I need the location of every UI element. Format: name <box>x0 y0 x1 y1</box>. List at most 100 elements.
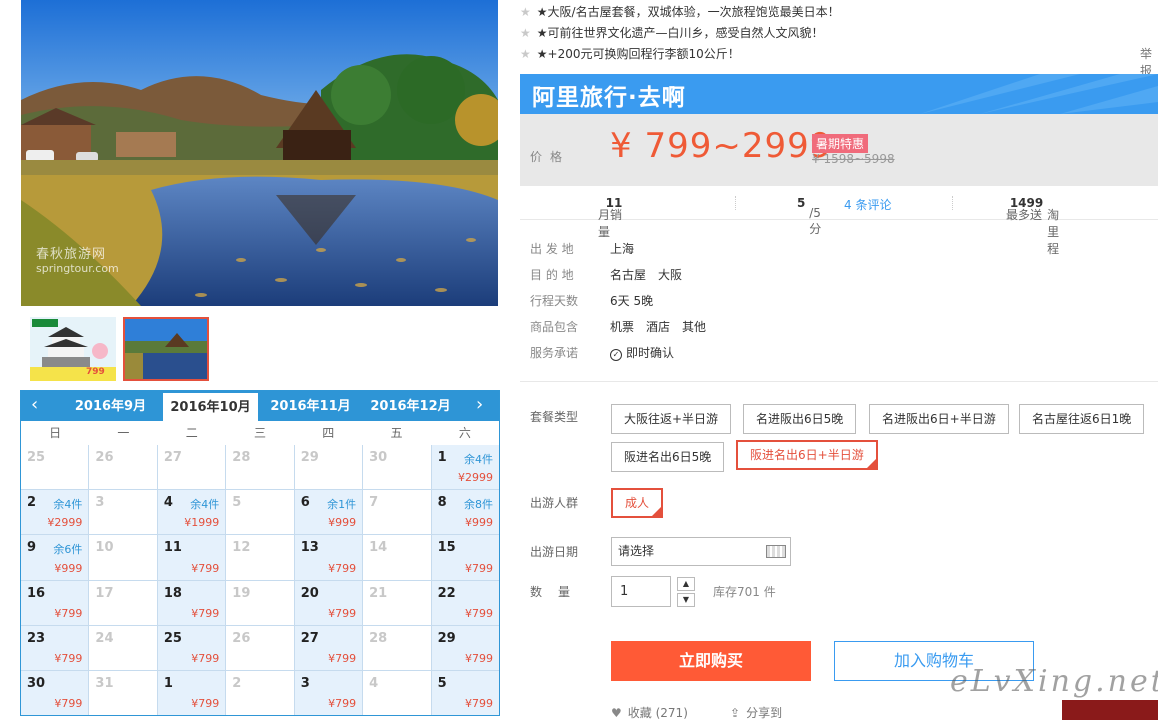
day-number: 18 <box>163 585 182 601</box>
stock-left: 余4件 <box>53 498 83 512</box>
day-number: 25 <box>163 630 182 646</box>
decrement-icon[interactable]: ▼ <box>677 593 695 607</box>
day-number: 31 <box>95 675 114 691</box>
star-icon: ★ <box>520 47 531 61</box>
day-number: 23 <box>27 630 46 646</box>
calendar-day-cell[interactable]: 8 余8件 ¥999 <box>431 490 499 535</box>
monthly-sales: 月销量 11 <box>598 196 622 239</box>
tab-2016-11[interactable]: 2016年11月 <box>263 391 358 421</box>
day-price: ¥999 <box>54 561 83 575</box>
calendar-day-cell[interactable]: 18 ¥799 <box>157 580 226 625</box>
calendar-day-cell[interactable]: 2 余4件 ¥2999 <box>21 490 89 535</box>
info-key: 商品包含 <box>530 320 579 334</box>
calendar-day-cell[interactable]: 29 ¥799 <box>431 625 499 670</box>
calendar-day-cell[interactable]: 23 ¥799 <box>21 625 89 670</box>
package-option-selected[interactable]: 阪进名出6日+半日游 <box>736 440 878 470</box>
calendar-day-cell: 21 <box>363 580 431 625</box>
corner-widget[interactable] <box>1062 700 1158 720</box>
calendar-day-cell: 25 <box>21 445 89 490</box>
day-number: 16 <box>27 585 46 601</box>
calendar-header: ‹ 2016年9月 2016年10月 2016年11月 2016年12月 › <box>21 391 499 421</box>
instant-confirm: ✓ 即时确认 <box>610 346 674 361</box>
calendar-day-cell: 28 <box>226 445 294 490</box>
reviews-link[interactable]: 4 条评论 <box>844 196 891 213</box>
next-month-icon[interactable]: › <box>476 395 483 415</box>
weekday-label: 六 <box>458 426 471 440</box>
photo-watermark: 春秋旅游网 springtour.com <box>36 243 119 275</box>
thumbnail-castle[interactable]: 799 <box>30 317 116 381</box>
original-price: ¥ 1598~5998 <box>812 152 895 166</box>
tab-2016-09[interactable]: 2016年9月 <box>63 391 158 421</box>
day-number: 22 <box>437 585 456 601</box>
calendar-day-cell[interactable]: 30 ¥799 <box>21 670 89 715</box>
promo-line: ★ ★大阪/名古屋套餐，双城体验，一次旅程饱览最美日本！ <box>520 3 1120 21</box>
calendar-day-cell[interactable]: 6 余1件 ¥999 <box>294 490 363 535</box>
calendar-day-cell[interactable]: 3 ¥799 <box>294 670 363 715</box>
buy-now-button[interactable]: 立即购买 <box>611 641 811 681</box>
calendar-day-cell[interactable]: 16 ¥799 <box>21 580 89 625</box>
day-price: ¥999 <box>328 516 357 530</box>
info-destination: 目 的 地 名古屋 大阪 <box>530 265 682 285</box>
day-price: ¥1999 <box>184 516 220 530</box>
calendar-day-cell[interactable]: 13 ¥799 <box>294 535 363 580</box>
tab-2016-10[interactable]: 2016年10月 <box>163 393 258 421</box>
calendar-day-cell: 31 <box>89 670 157 715</box>
watermark-cn: 春秋旅游网 <box>36 247 107 262</box>
promo-text: ★大阪/名古屋套餐，双城体验，一次旅程饱览最美日本！ <box>536 5 840 19</box>
sales-label: 月销量 <box>598 208 623 239</box>
calendar-day-cell[interactable]: 5 ¥799 <box>431 670 499 715</box>
calendar-day-cell[interactable]: 22 ¥799 <box>431 580 499 625</box>
calendar-day-cell: 19 <box>226 580 294 625</box>
day-number: 27 <box>300 630 319 646</box>
thumbnail-village[interactable] <box>123 317 209 381</box>
package-option[interactable]: 大阪往返+半日游 <box>611 404 732 434</box>
stock-left: 余1件 <box>327 498 357 512</box>
day-price: ¥799 <box>328 651 357 665</box>
day-number: 24 <box>95 630 114 646</box>
increment-icon[interactable]: ▲ <box>677 577 695 591</box>
info-key: 服务承诺 <box>530 346 579 360</box>
promo-text: ★可前往世界文化遗产—白川乡，感受自然人文风貌！ <box>536 26 824 40</box>
points-prefix: 最多送 <box>1006 208 1043 222</box>
day-price: ¥799 <box>328 697 357 710</box>
package-option[interactable]: 阪进名出6日5晚 <box>611 442 725 472</box>
weekday-label: 三 <box>253 426 266 440</box>
divider-line <box>520 381 1158 382</box>
calendar-day-cell[interactable]: 1 余4件 ¥2999 <box>431 445 499 490</box>
calendar-day-cell[interactable]: 27 ¥799 <box>294 625 363 670</box>
calendar-icon[interactable] <box>766 545 786 558</box>
day-number: 11 <box>163 540 182 556</box>
share-link[interactable]: ⇪ 分享到 <box>730 704 782 720</box>
quantity-input[interactable]: 1 <box>611 576 671 607</box>
day-number: 2 <box>232 675 242 691</box>
traveler-option-adult[interactable]: 成人 <box>611 488 664 518</box>
rating-suffix: /5分 <box>809 206 822 236</box>
calendar-day-cell: 2 <box>226 670 294 715</box>
prev-month-icon[interactable]: ‹ <box>31 395 38 415</box>
heart-icon: ♥ <box>611 706 622 720</box>
favorite-label: 收藏 <box>627 706 652 720</box>
calendar-day-cell[interactable]: 1 ¥799 <box>157 670 226 715</box>
stock-text: 库存701 件 <box>713 585 776 599</box>
calendar-day-cell[interactable]: 4 余4件 ¥1999 <box>157 490 226 535</box>
tab-2016-12[interactable]: 2016年12月 <box>363 391 458 421</box>
star-icon: ★ <box>520 5 531 19</box>
date-picker-input[interactable]: 请选择 <box>611 537 791 566</box>
favorite-link[interactable]: ♥ 收藏 (271) <box>611 704 688 720</box>
day-price: ¥2999 <box>47 516 83 530</box>
calendar-day-cell[interactable]: 15 ¥799 <box>431 535 499 580</box>
calendar-day-cell[interactable]: 11 ¥799 <box>157 535 226 580</box>
package-option[interactable]: 名进阪出6日5晚 <box>743 404 857 434</box>
day-number: 14 <box>369 540 388 556</box>
day-number: 28 <box>232 450 251 465</box>
calendar-day-cell[interactable]: 25 ¥799 <box>157 625 226 670</box>
info-duration: 行程天数 6天 5晚 <box>530 291 653 311</box>
date-label: 出游日期 <box>530 545 579 559</box>
package-option[interactable]: 名进阪出6日+半日游 <box>869 404 1009 434</box>
day-number: 5 <box>232 495 242 511</box>
package-option[interactable]: 名古屋往返6日1晚 <box>1019 404 1145 434</box>
calendar-day-cell[interactable]: 9 余6件 ¥999 <box>21 535 89 580</box>
day-price: ¥999 <box>465 516 493 530</box>
calendar-day-cell[interactable]: 20 ¥799 <box>294 580 363 625</box>
day-price: ¥799 <box>54 651 83 665</box>
